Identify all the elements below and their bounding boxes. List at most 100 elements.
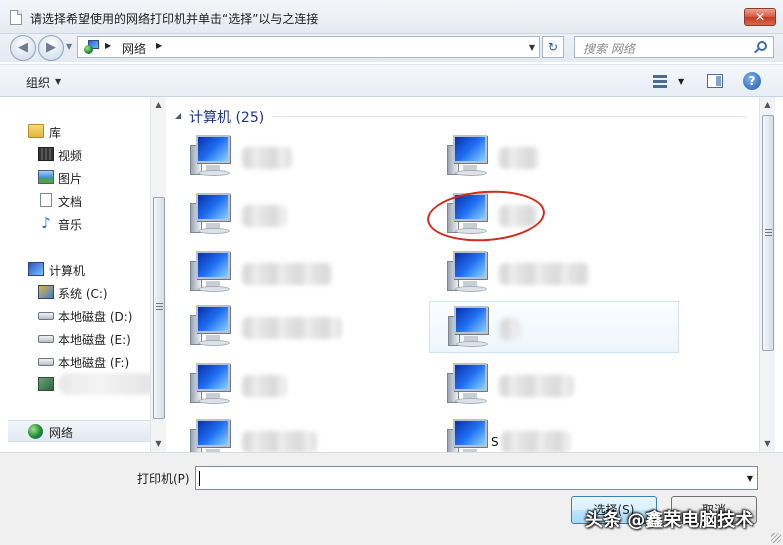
scroll-down-icon[interactable]: ▼ xyxy=(760,436,775,452)
document-icon xyxy=(10,10,22,25)
blurred-name xyxy=(242,147,292,169)
system-drive-icon xyxy=(38,285,54,299)
local-disk-icon xyxy=(38,358,54,366)
search-input[interactable]: 搜索 网络 xyxy=(574,36,774,58)
group-title: 计算机 (25) xyxy=(189,110,265,126)
video-icon xyxy=(38,147,54,161)
computer-item[interactable] xyxy=(429,247,679,299)
blurred-name xyxy=(242,263,332,285)
computer-icon xyxy=(447,251,497,295)
back-button[interactable]: ◀ xyxy=(10,35,36,61)
organize-menu[interactable]: 组织 xyxy=(26,74,50,91)
address-row: ◀ ▶ ▼ ▶ 网络 ▶ ▼ ↻ 搜索 网络 xyxy=(0,34,783,62)
library-icon xyxy=(28,124,44,138)
nav-item-label: 网络 xyxy=(49,426,74,440)
scroll-up-icon[interactable]: ▲ xyxy=(151,97,166,113)
view-dropdown-icon[interactable]: ▼ xyxy=(678,77,684,86)
computer-item[interactable] xyxy=(429,131,679,183)
nav-item-system-c[interactable]: 系统 (C:) xyxy=(8,282,150,302)
printer-label: 打印机(P) xyxy=(137,472,190,486)
nav-item-label: 图片 xyxy=(58,172,83,186)
network-icon xyxy=(28,424,43,439)
nav-item-music[interactable]: ♪ 音乐 xyxy=(8,213,150,233)
resize-grip[interactable] xyxy=(771,533,781,543)
change-view-icon[interactable] xyxy=(652,73,668,89)
blurred-name xyxy=(499,263,589,285)
documents-icon xyxy=(40,193,52,207)
local-disk-icon xyxy=(38,335,54,343)
computer-icon xyxy=(190,135,240,179)
breadcrumb-arrow-icon[interactable]: ▶ xyxy=(156,41,162,50)
collapse-icon[interactable]: ◢ xyxy=(175,111,181,120)
blurred-label xyxy=(58,373,156,395)
nav-item-label: 计算机 xyxy=(49,264,86,278)
nav-item-disk-e[interactable]: 本地磁盘 (E:) xyxy=(8,328,150,348)
preview-pane-icon[interactable] xyxy=(707,74,723,88)
nav-item-computer[interactable]: 计算机 xyxy=(8,259,150,279)
dialog-footer: 打印机(P) ▼ 选择(S) 取消 头条 @鑫荣电脑技术 xyxy=(0,452,783,545)
nav-item-documents[interactable]: 文档 xyxy=(8,190,150,210)
computer-icon xyxy=(190,251,240,295)
scroll-thumb[interactable] xyxy=(762,115,774,351)
blurred-name xyxy=(500,318,520,340)
blurred-name xyxy=(499,147,539,169)
blurred-name xyxy=(242,375,287,397)
computer-name: S xyxy=(491,435,499,449)
scroll-up-icon[interactable]: ▲ xyxy=(760,97,775,113)
computer-icon xyxy=(190,193,240,237)
blurred-name xyxy=(242,317,342,339)
computer-icon xyxy=(28,262,44,276)
nav-item-label: 文档 xyxy=(58,195,83,209)
refresh-button[interactable]: ↻ xyxy=(542,36,564,58)
nav-item-label: 本地磁盘 (F:) xyxy=(58,356,130,370)
nav-item-disk-f[interactable]: 本地磁盘 (F:) xyxy=(8,351,150,371)
nav-item-label: 本地磁盘 (E:) xyxy=(58,333,131,347)
computer-item[interactable] xyxy=(172,301,422,353)
text-caret xyxy=(199,471,200,486)
computer-icon xyxy=(448,306,498,350)
blurred-name xyxy=(242,205,287,227)
computer-item[interactable] xyxy=(172,131,422,183)
nav-item-label: 视频 xyxy=(58,149,83,163)
group-header[interactable]: ◢ 计算机 (25) xyxy=(167,105,747,126)
search-icon[interactable] xyxy=(757,41,767,51)
help-icon[interactable]: ? xyxy=(743,72,761,90)
scroll-down-icon[interactable]: ▼ xyxy=(151,436,166,452)
breadcrumb-arrow-icon[interactable]: ▶ xyxy=(105,41,111,50)
computer-item[interactable] xyxy=(429,359,679,411)
scroll-thumb[interactable] xyxy=(153,197,165,419)
breadcrumb-network[interactable]: 网络 xyxy=(122,40,146,57)
forward-button[interactable]: ▶ xyxy=(38,35,64,61)
nav-item-network[interactable]: 网络 xyxy=(8,420,150,442)
nav-item-video[interactable]: 视频 xyxy=(8,144,150,164)
nav-item-library[interactable]: 库 xyxy=(8,121,150,141)
computer-item[interactable] xyxy=(429,301,679,353)
music-icon: ♪ xyxy=(41,214,51,232)
search-placeholder: 搜索 网络 xyxy=(583,42,635,56)
computer-icon xyxy=(447,135,497,179)
file-list: ◢ 计算机 (25) S xyxy=(167,97,759,460)
content-scrollbar[interactable]: ▲ ▼ xyxy=(759,97,775,452)
network-drive-icon xyxy=(38,377,54,391)
nav-item-pictures[interactable]: 图片 xyxy=(8,167,150,187)
group-divider xyxy=(273,116,747,117)
nav-scrollbar[interactable]: ▲ ▼ xyxy=(150,97,166,452)
close-button[interactable]: ✕ xyxy=(744,8,776,26)
computer-item[interactable] xyxy=(172,189,422,241)
nav-item-disk-d[interactable]: 本地磁盘 (D:) xyxy=(8,305,150,325)
command-toolbar: 组织 ▼ ▼ ? xyxy=(0,64,783,97)
chevron-down-icon[interactable]: ▼ xyxy=(55,77,61,86)
address-bar[interactable]: ▶ 网络 ▶ ▼ xyxy=(77,36,540,58)
printer-input[interactable]: ▼ xyxy=(195,466,758,490)
printer-dropdown-icon[interactable]: ▼ xyxy=(747,474,753,483)
computer-item[interactable] xyxy=(172,247,422,299)
pictures-icon xyxy=(38,170,54,184)
blurred-name xyxy=(501,431,571,453)
recent-pages-chevron-icon[interactable]: ▼ xyxy=(66,42,72,51)
computer-icon xyxy=(190,305,240,349)
address-dropdown-icon[interactable]: ▼ xyxy=(529,43,535,52)
network-icon xyxy=(84,40,100,54)
local-disk-icon xyxy=(38,312,54,320)
computer-item[interactable] xyxy=(172,359,422,411)
navigation-pane: 库 视频 图片 文档 ♪ 音乐 计算机 系统 (C:) 本地磁盘 (D:) 本地… xyxy=(8,97,166,452)
